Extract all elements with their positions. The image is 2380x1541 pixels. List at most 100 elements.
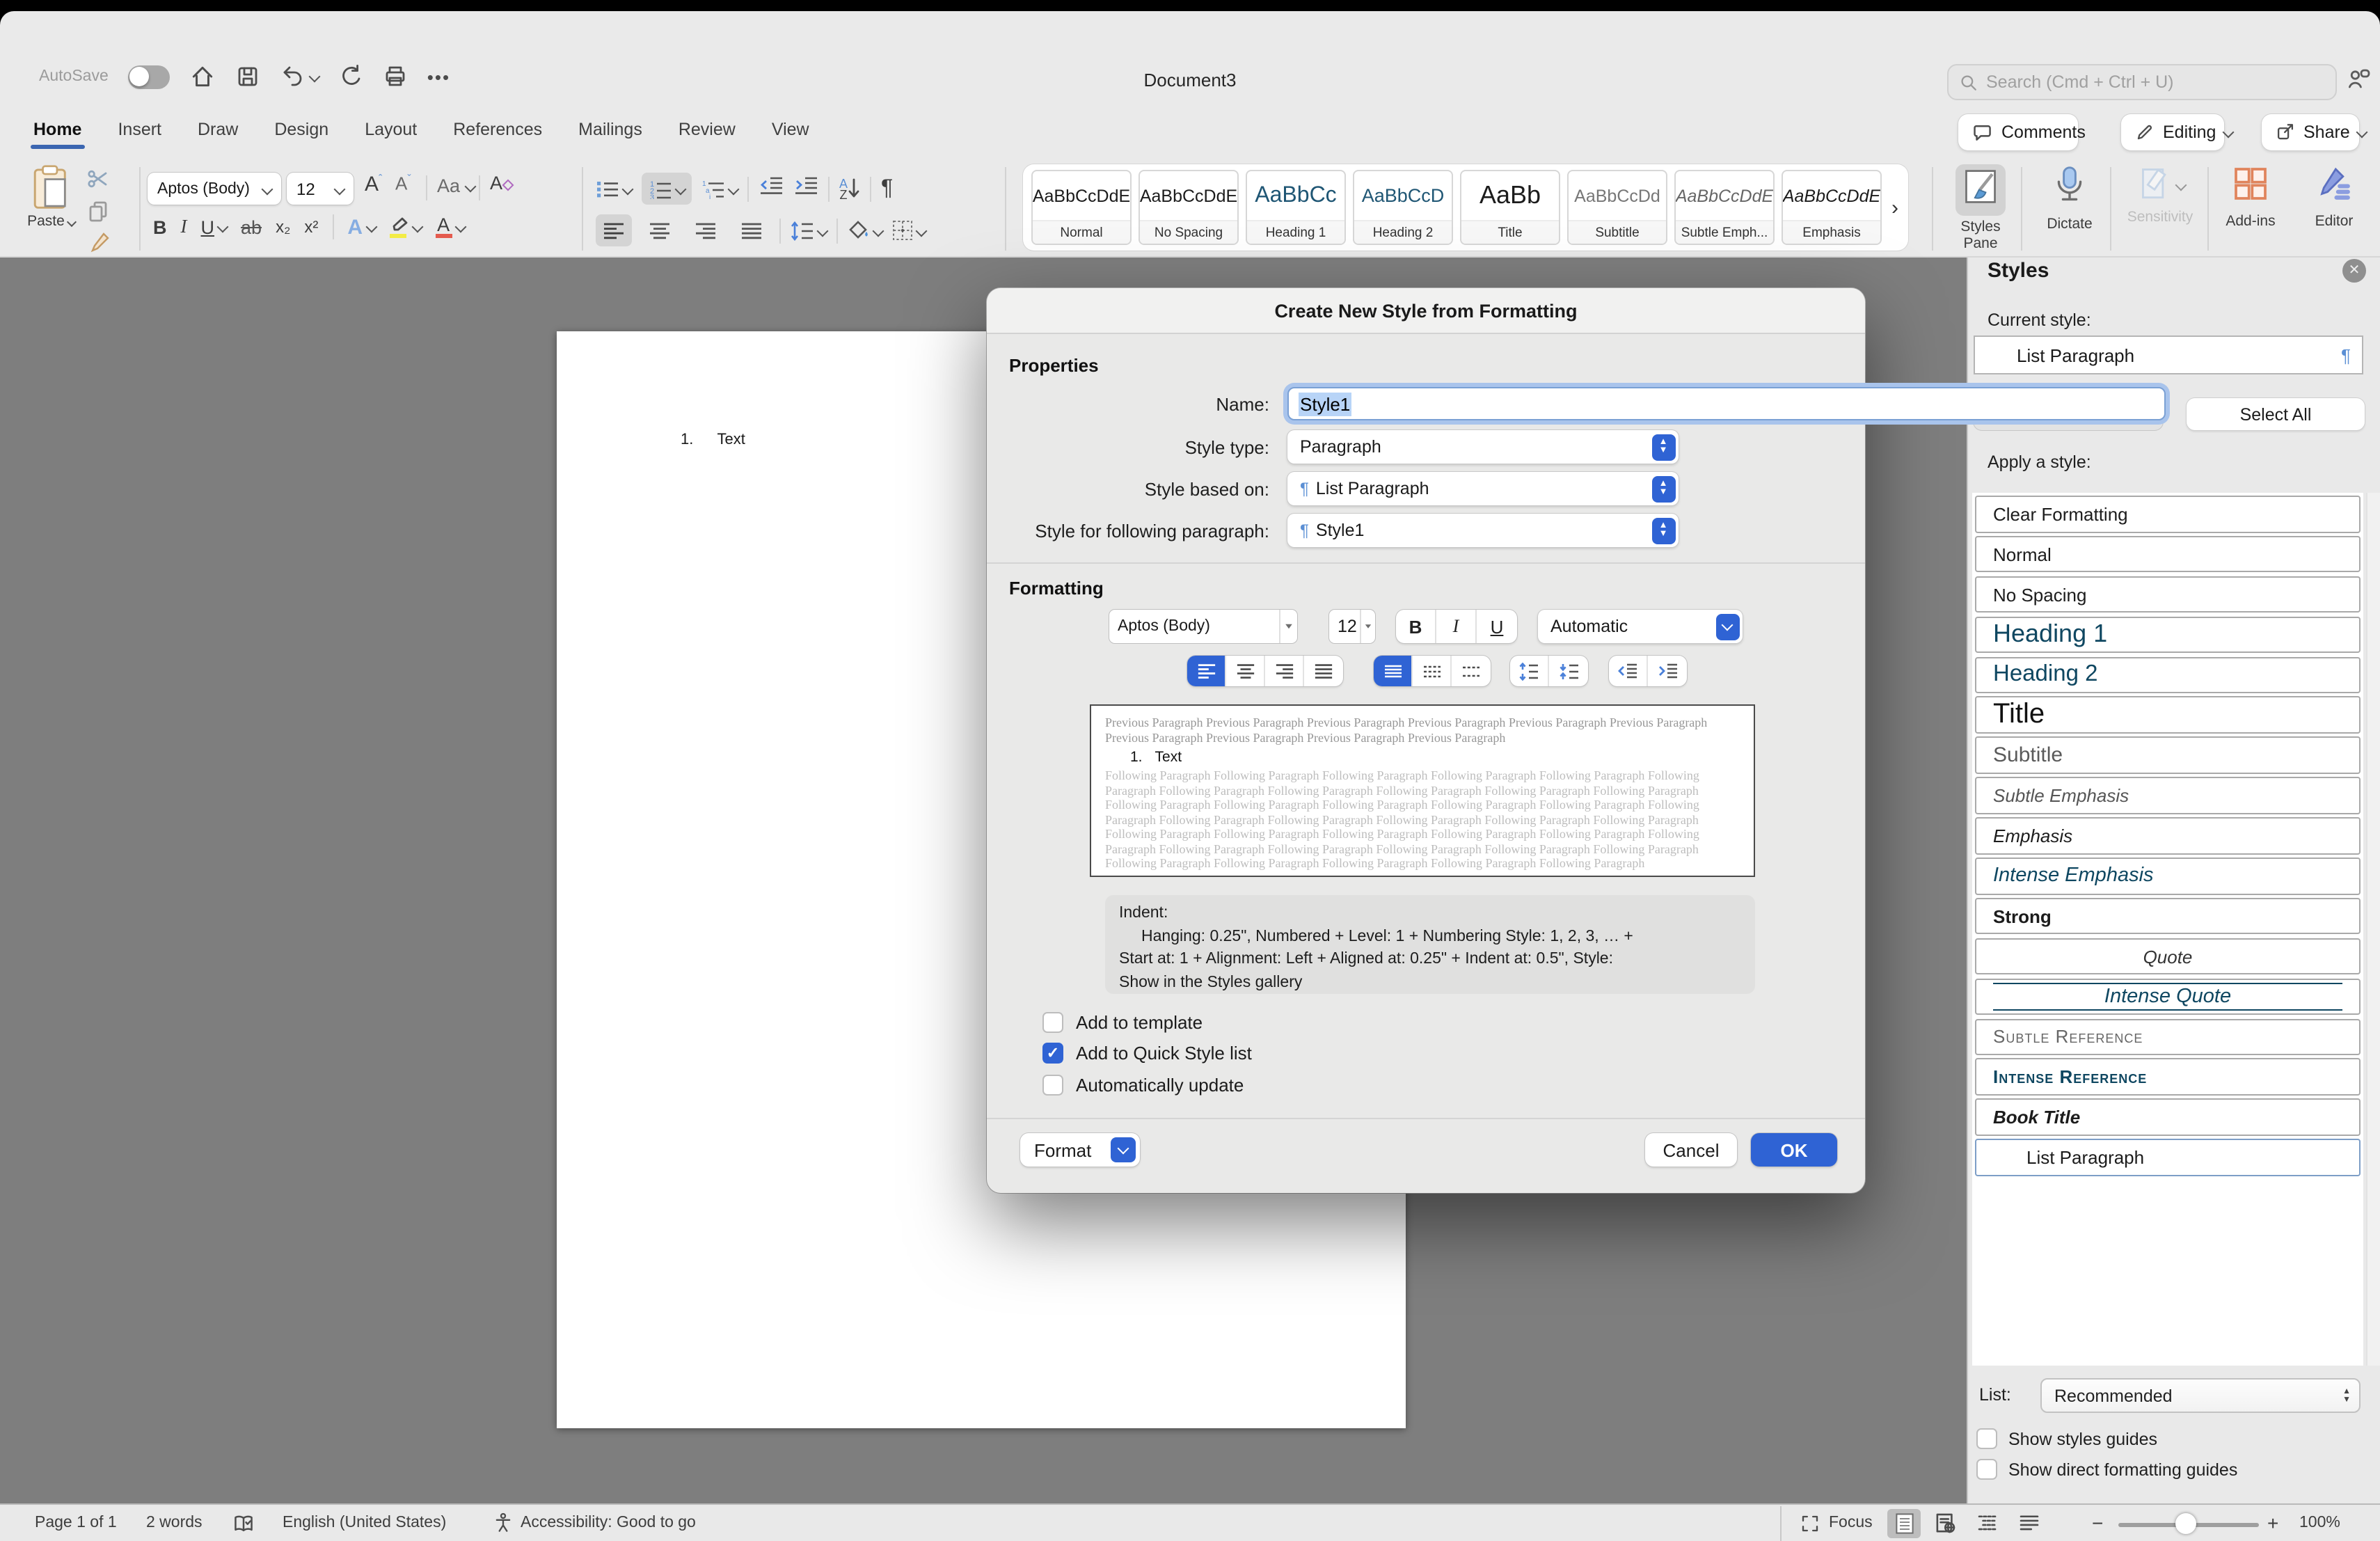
- copy-icon[interactable]: [86, 199, 110, 223]
- zoom-in-button[interactable]: +: [2267, 1505, 2278, 1541]
- style-item-heading1[interactable]: Heading 1: [1975, 616, 2361, 653]
- sort-icon[interactable]: AZ: [839, 177, 860, 200]
- decrease-indent-icon[interactable]: [759, 175, 784, 202]
- italic-button[interactable]: I: [181, 216, 187, 238]
- line-spacing-button[interactable]: [791, 221, 827, 240]
- style-item-quote[interactable]: Quote: [1975, 938, 2361, 975]
- justify-button[interactable]: [733, 214, 770, 246]
- dialog-italic-button[interactable]: I: [1436, 610, 1477, 643]
- word-count[interactable]: 2 words: [146, 1505, 203, 1541]
- align-center-button[interactable]: [642, 214, 678, 246]
- add-ins-button[interactable]: Add-ins: [2213, 164, 2288, 230]
- bullets-button[interactable]: [596, 179, 632, 198]
- outline-view-icon[interactable]: [1971, 1508, 2004, 1538]
- spellcheck-icon[interactable]: [232, 1505, 255, 1541]
- add-to-quick-style-row[interactable]: ✓ Add to Quick Style list: [1042, 1043, 1252, 1064]
- increase-space-before-button[interactable]: [1510, 656, 1549, 686]
- multilevel-list-button[interactable]: 1ai: [701, 179, 738, 198]
- focus-button[interactable]: Focus: [1800, 1505, 1873, 1541]
- gallery-style-emphasis[interactable]: AaBbCcDdEEmphasis: [1782, 170, 1882, 245]
- language-status[interactable]: English (United States): [283, 1505, 446, 1541]
- style-item-strong[interactable]: Strong: [1975, 898, 2361, 935]
- font-name-combo[interactable]: Aptos (Body): [148, 173, 281, 205]
- tab-home[interactable]: Home: [33, 120, 81, 139]
- clear-formatting-icon[interactable]: A: [490, 173, 512, 193]
- styles-pane-button[interactable]: Styles Pane: [1940, 164, 2021, 252]
- style-item-intense-emphasis[interactable]: Intense Emphasis: [1975, 858, 2361, 894]
- grow-font-icon[interactable]: Aˆ: [365, 173, 382, 196]
- add-to-template-row[interactable]: Add to template: [1042, 1012, 1203, 1033]
- add-to-template-checkbox[interactable]: [1042, 1012, 1063, 1033]
- ok-button[interactable]: OK: [1751, 1133, 1837, 1167]
- decrease-space-before-button[interactable]: [1549, 656, 1588, 686]
- single-spacing-button[interactable]: [1374, 656, 1413, 686]
- shading-button[interactable]: [848, 220, 882, 241]
- underline-button[interactable]: U: [201, 216, 228, 237]
- style-item-list-paragraph[interactable]: List Paragraph: [1975, 1139, 2361, 1176]
- page-count[interactable]: Page 1 of 1: [35, 1505, 117, 1541]
- print-layout-view-icon[interactable]: [1887, 1508, 1921, 1538]
- double-spacing-button[interactable]: [1452, 656, 1491, 686]
- show-direct-formatting-row[interactable]: Show direct formatting guides: [1976, 1459, 2237, 1480]
- style-item-book-title[interactable]: Book Title: [1975, 1099, 2361, 1136]
- draft-view-icon[interactable]: [2013, 1508, 2046, 1538]
- show-styles-guides-row[interactable]: Show styles guides: [1976, 1428, 2157, 1449]
- align-left-button[interactable]: [596, 214, 632, 246]
- onehalf-spacing-button[interactable]: [1413, 656, 1452, 686]
- close-icon[interactable]: ✕: [2342, 259, 2366, 283]
- tab-draw[interactable]: Draw: [198, 120, 238, 139]
- show-paragraph-marks-icon[interactable]: ¶: [881, 176, 893, 201]
- style-list-scrollbar[interactable]: [2366, 493, 2380, 1366]
- paste-button[interactable]: Paste: [17, 164, 86, 230]
- gallery-style-normal[interactable]: AaBbCcDdENormal: [1031, 170, 1132, 245]
- tab-references[interactable]: References: [453, 120, 542, 139]
- text-effects-button[interactable]: A: [347, 215, 375, 239]
- tab-design[interactable]: Design: [274, 120, 328, 139]
- automatically-update-row[interactable]: Automatically update: [1042, 1075, 1244, 1096]
- comments-button[interactable]: Comments: [1958, 114, 2078, 150]
- align-right-button[interactable]: [688, 214, 724, 246]
- dialog-underline-button[interactable]: U: [1477, 610, 1517, 643]
- style-item-normal[interactable]: Normal: [1975, 536, 2361, 573]
- superscript-button[interactable]: x²: [304, 217, 318, 237]
- bold-button[interactable]: B: [153, 216, 167, 237]
- zoom-out-button[interactable]: −: [2092, 1505, 2103, 1541]
- search-input[interactable]: [1986, 72, 2324, 92]
- automatically-update-checkbox[interactable]: [1042, 1075, 1063, 1096]
- numbering-button[interactable]: 123: [642, 173, 692, 205]
- add-to-quick-style-checkbox[interactable]: ✓: [1042, 1043, 1063, 1064]
- style-item-subtle-emphasis[interactable]: Subtle Emphasis: [1975, 777, 2361, 814]
- style-item-title[interactable]: Title: [1975, 697, 2361, 734]
- list-filter-select[interactable]: Recommended ▲▼: [2040, 1378, 2361, 1413]
- editing-mode-button[interactable]: Editing: [2121, 114, 2224, 150]
- format-menu-button[interactable]: Format: [1020, 1133, 1140, 1167]
- editor-button[interactable]: Editor: [2296, 164, 2372, 230]
- style-item-subtle-reference[interactable]: Subtle Reference: [1975, 1018, 2361, 1055]
- cancel-button[interactable]: Cancel: [1645, 1133, 1737, 1167]
- zoom-percentage[interactable]: 100%: [2299, 1505, 2340, 1541]
- style-item-heading2[interactable]: Heading 2: [1975, 656, 2361, 693]
- tab-insert[interactable]: Insert: [118, 120, 161, 139]
- tab-layout[interactable]: Layout: [365, 120, 417, 139]
- document-list-item[interactable]: 1. Text: [681, 432, 745, 448]
- font-color-button[interactable]: A: [435, 216, 464, 237]
- style-item-intense-reference[interactable]: Intense Reference: [1975, 1059, 2361, 1096]
- search-box[interactable]: [1947, 64, 2337, 100]
- dialog-color-select[interactable]: Automatic: [1538, 610, 1743, 643]
- strikethrough-button[interactable]: ab: [241, 216, 262, 237]
- change-case-icon[interactable]: Aa: [437, 175, 474, 196]
- style-item-intense-quote[interactable]: Intense Quote: [1975, 978, 2361, 1015]
- tab-mailings[interactable]: Mailings: [578, 120, 642, 139]
- dialog-bold-button[interactable]: B: [1396, 610, 1436, 643]
- cut-icon[interactable]: [86, 167, 110, 191]
- style-following-select[interactable]: ¶Style1▲▼: [1287, 514, 1679, 547]
- justify-button[interactable]: [1304, 656, 1343, 686]
- decrease-indent-button[interactable]: [1609, 656, 1648, 686]
- accessibility-status[interactable]: Accessibility: Good to go: [521, 1505, 696, 1541]
- presence-icon[interactable]: [2347, 67, 2372, 92]
- gallery-style-title[interactable]: AaBbTitle: [1460, 170, 1560, 245]
- current-style-box[interactable]: List Paragraph ¶: [1974, 335, 2363, 374]
- dialog-font-size-combo[interactable]: 12: [1329, 610, 1375, 643]
- style-item-subtitle[interactable]: Subtitle: [1975, 737, 2361, 774]
- shrink-font-icon[interactable]: Aˇ: [395, 173, 411, 194]
